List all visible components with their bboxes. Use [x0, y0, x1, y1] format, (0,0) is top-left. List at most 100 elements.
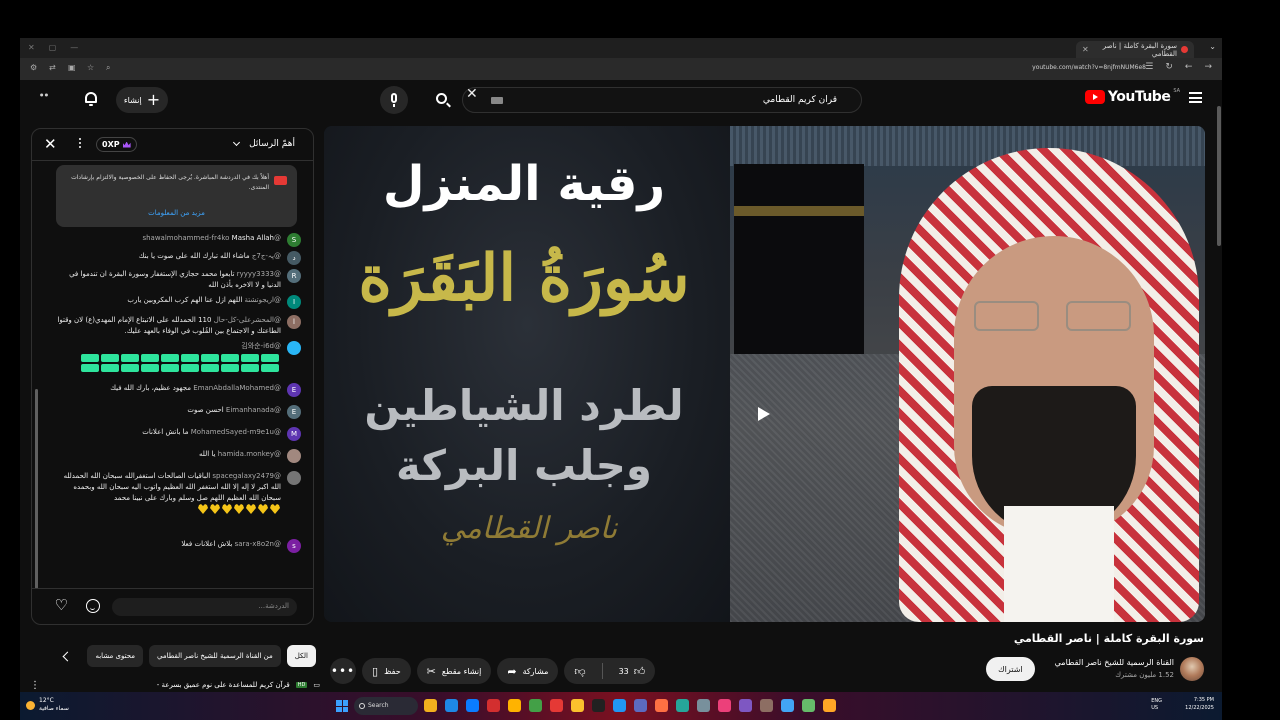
author-avatar[interactable] — [287, 449, 301, 463]
window-controls[interactable]: ✕ ▢ — — [28, 43, 78, 52]
close-chat-icon[interactable]: ✕ — [44, 135, 57, 153]
save-button[interactable]: ▯ حفظ — [362, 658, 411, 684]
app-icon[interactable] — [634, 699, 647, 712]
emoji-icon[interactable] — [86, 599, 100, 613]
chrome-icon[interactable] — [571, 699, 584, 712]
chat-input[interactable]: الدردشة... — [112, 598, 297, 616]
chat-message[interactable]: د @پہ-ج7ج ماشاء الله تبارك الله على صوت ي… — [57, 251, 301, 265]
dislike-button[interactable]: 👎︎ — [564, 658, 595, 684]
chat-mode-dropdown[interactable]: أهمّ الرسائل — [233, 138, 295, 149]
message-author[interactable]: @sara-x8o2n — [235, 540, 281, 548]
clear-search-icon[interactable]: ✕ — [466, 86, 478, 102]
chat-message[interactable]: S @shawalmohammed-fr4ko Masha Allah — [57, 233, 301, 247]
app-icon[interactable] — [508, 699, 521, 712]
subscribe-button[interactable]: اشتراك — [986, 657, 1035, 681]
message-author[interactable]: @ryyyy3333 — [237, 270, 281, 278]
bookmark-icon[interactable]: ☆ — [87, 63, 96, 72]
message-author[interactable]: @اريجوتشتة — [245, 296, 281, 304]
chevron-right-icon[interactable] — [63, 651, 73, 661]
chat-message[interactable]: R @ryyyy3333 تابعوا محمد حجازي الإستغفار … — [57, 269, 301, 291]
message-author[interactable]: @پہ-ج7ج — [252, 252, 281, 260]
chip-related[interactable]: محتوى مشابه — [87, 645, 143, 667]
author-avatar[interactable]: s — [287, 539, 301, 553]
chat-message[interactable]: @김와순-i6d — [57, 341, 301, 372]
more-actions-icon[interactable]: ••• — [330, 658, 356, 684]
menu-icon[interactable] — [1189, 92, 1202, 103]
app-icon[interactable] — [487, 699, 500, 712]
author-avatar[interactable] — [287, 341, 301, 355]
share-button[interactable]: ➦ مشاركة — [497, 658, 559, 684]
chat-message[interactable]: @hamida.monkey يا الله — [57, 449, 301, 463]
create-button[interactable]: إنشاء + — [116, 87, 168, 113]
tiktok-icon[interactable] — [592, 699, 605, 712]
extensions-icon[interactable]: ⚙ — [30, 63, 39, 72]
file-explorer-icon[interactable] — [424, 699, 437, 712]
author-avatar[interactable]: S — [287, 233, 301, 247]
recommendation-item[interactable]: ▭ HD قرآن كريم للمساعدة على نوم عميق بسر… — [30, 678, 320, 692]
chat-scrollbar[interactable] — [35, 389, 38, 589]
clock[interactable]: 7:35 PM 12/22/2025 — [1185, 696, 1214, 712]
channel-name[interactable]: القناة الرسمية للشيخ ناصر القطامي — [1055, 657, 1174, 669]
app-icon[interactable] — [529, 699, 542, 712]
message-author[interactable]: @김와순-i6d — [241, 342, 281, 350]
video-player[interactable]: رقية المنزل سُورَةُ البَقَرَة لطرد الشيا… — [324, 126, 1205, 622]
back-icon[interactable]: ← — [1185, 62, 1193, 72]
author-avatar[interactable]: I — [287, 295, 301, 309]
search-input[interactable]: قران كريم القطامي — [462, 87, 862, 113]
youtube-logo[interactable]: YouTube SA — [1084, 88, 1180, 105]
clip-button[interactable]: ✂ إنشاء مقطع — [416, 658, 492, 684]
channel-avatar[interactable] — [1180, 657, 1204, 681]
app-icon[interactable] — [823, 699, 836, 712]
voice-search-button[interactable] — [380, 86, 408, 114]
author-avatar[interactable]: R — [287, 269, 301, 283]
app-icon[interactable] — [676, 699, 689, 712]
site-info-icon[interactable]: ☰ — [1145, 62, 1153, 72]
app-icon[interactable] — [697, 699, 710, 712]
author-avatar[interactable]: ا — [287, 315, 301, 329]
chat-message[interactable]: I @اريجوتشتة اللهم ازل عنا الهم كرب المكر… — [57, 295, 301, 309]
keyboard-icon[interactable] — [491, 97, 503, 104]
store-icon[interactable] — [445, 699, 458, 712]
chat-message[interactable]: E @Eimanhanada احسن صوت — [57, 405, 301, 419]
app-icon[interactable] — [739, 699, 752, 712]
message-author[interactable]: @MohamedSayed-m9e1u — [191, 428, 281, 436]
message-author[interactable]: @hamida.monkey — [218, 450, 281, 458]
app-icon[interactable] — [760, 699, 773, 712]
chip-all[interactable]: الكل — [286, 645, 316, 667]
message-author[interactable]: @المحشرعلى-كل-حال — [214, 316, 281, 324]
chat-message[interactable]: M @MohamedSayed-m9e1u ما باتش اعلانات — [57, 427, 301, 441]
language-indicator[interactable]: ENG US — [1151, 698, 1162, 712]
forward-icon[interactable]: → — [1204, 62, 1212, 72]
edge-icon[interactable] — [466, 699, 479, 712]
play-icon[interactable] — [742, 394, 786, 434]
author-avatar[interactable]: E — [287, 405, 301, 419]
browser-tab[interactable]: سورة البقرة كاملة | ناصر القطامي ✕ — [1076, 41, 1194, 58]
heart-icon[interactable]: ♡ — [54, 598, 68, 613]
chat-more-icon[interactable] — [78, 138, 81, 150]
app-icon[interactable] — [550, 699, 563, 712]
zoom-icon[interactable]: ⌕ — [106, 63, 115, 72]
close-tab-icon[interactable]: ✕ — [1082, 45, 1089, 54]
app-icon[interactable] — [718, 699, 731, 712]
windows-start-icon[interactable] — [336, 700, 348, 712]
screenshot-icon[interactable]: ▣ — [68, 63, 77, 72]
tab-menu-icon[interactable]: ⌄ — [1209, 42, 1216, 51]
message-author[interactable]: @spacegalaxy2479 — [212, 472, 281, 480]
author-avatar[interactable] — [287, 471, 301, 485]
search-button[interactable] — [424, 87, 460, 113]
app-icon[interactable] — [655, 699, 668, 712]
chat-message[interactable]: @spacegalaxy2479 الباقيات الصالحات استغف… — [57, 471, 301, 515]
chat-message[interactable]: ا @المحشرعلى-كل-حال 110 الحمدلله على الات… — [57, 315, 301, 337]
app-icon[interactable] — [802, 699, 815, 712]
message-author[interactable]: @Eimanhanada — [226, 406, 281, 414]
author-avatar[interactable]: E — [287, 383, 301, 397]
app-icon[interactable] — [613, 699, 626, 712]
app-icon[interactable] — [781, 699, 794, 712]
author-avatar[interactable]: د — [287, 251, 301, 265]
notifications-icon[interactable] — [84, 91, 98, 107]
chat-message[interactable]: E @EmanAbdallaMohamed مجهود عظيم، بارك ال… — [57, 383, 301, 397]
url-field[interactable]: youtube.com/watch?v=8njfmNUM6e8 — [1032, 64, 1146, 71]
xp-badge[interactable]: 0XP — [96, 137, 137, 152]
message-author[interactable]: @EmanAbdallaMohamed — [193, 384, 281, 392]
reload-icon[interactable]: ↻ — [1165, 62, 1173, 72]
